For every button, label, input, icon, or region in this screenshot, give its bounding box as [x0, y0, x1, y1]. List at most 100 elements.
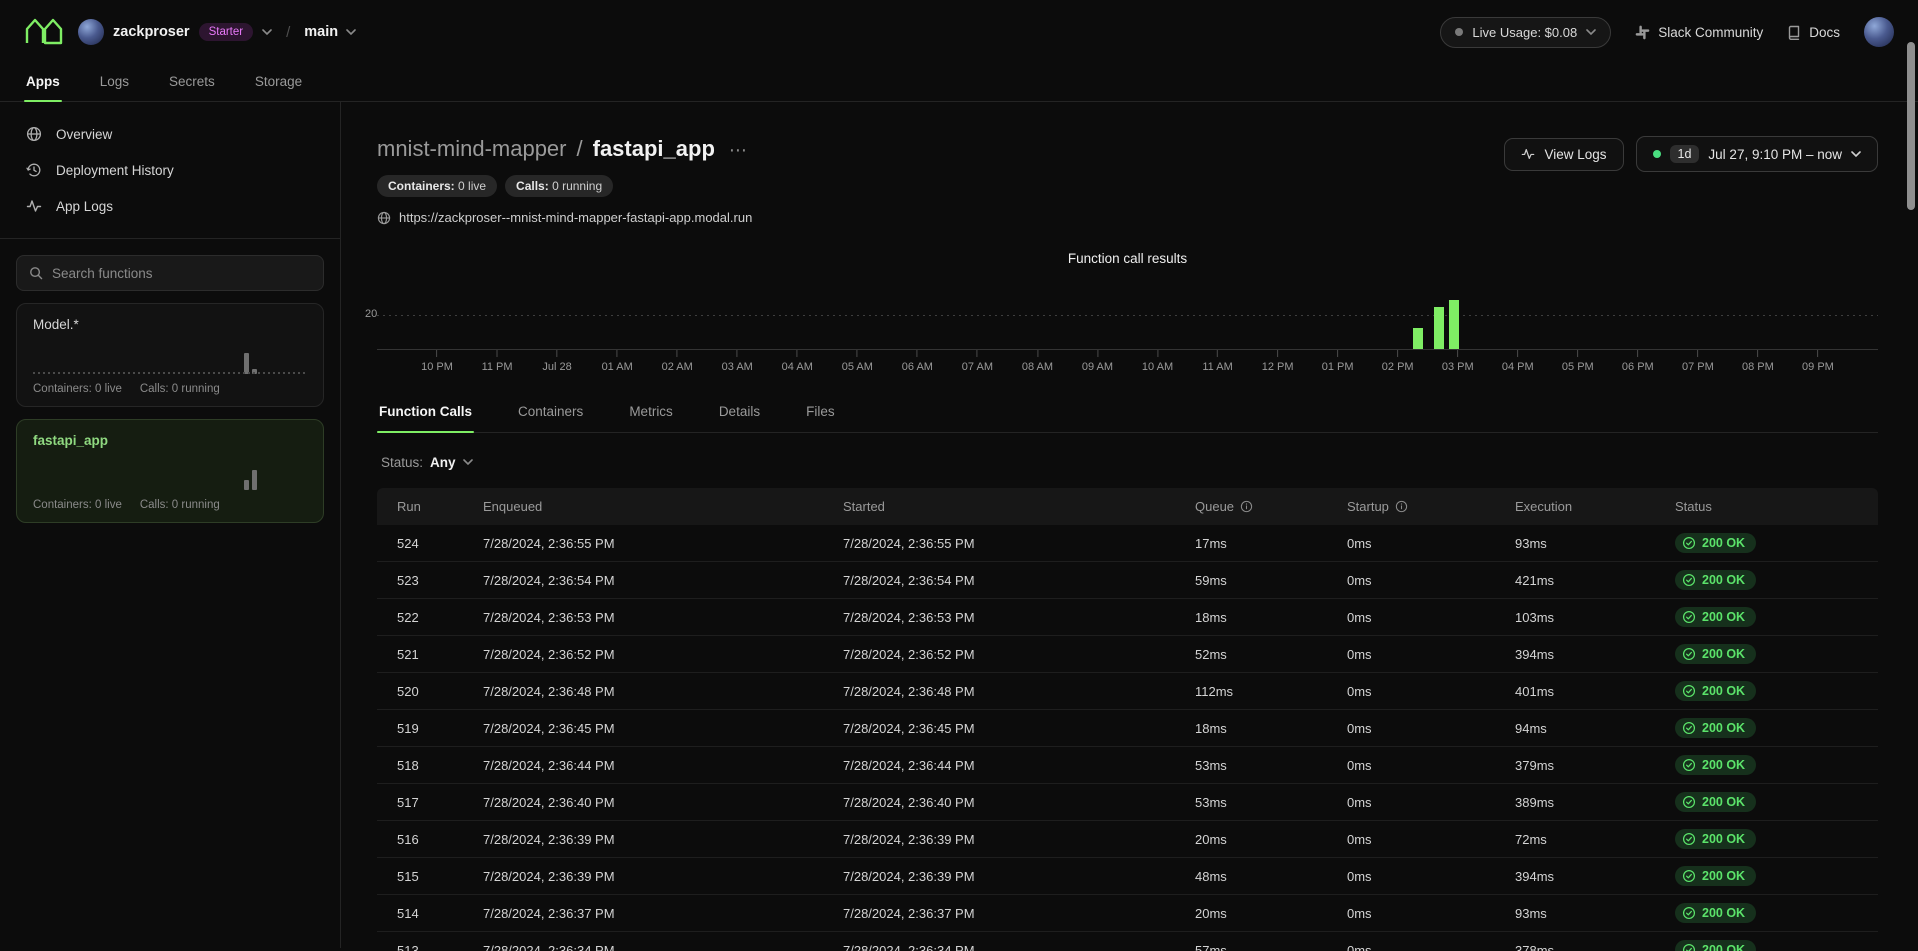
column-header-started: Started	[823, 499, 1175, 514]
workspace-name: zackproser	[113, 24, 190, 40]
info-icon[interactable]	[1395, 500, 1408, 513]
cell-started: 7/28/2024, 2:36:40 PM	[823, 795, 1175, 810]
nav-tab-apps[interactable]: Apps	[24, 64, 62, 101]
table-row[interactable]: 5177/28/2024, 2:36:40 PM7/28/2024, 2:36:…	[377, 784, 1878, 821]
workspace-switcher[interactable]: zackproser Starter	[78, 19, 272, 45]
nav-tab-secrets[interactable]: Secrets	[167, 64, 217, 101]
status-filter-dropdown[interactable]: Status: Any	[381, 455, 1878, 470]
chevron-down-icon	[1851, 151, 1861, 158]
tick-label: 11 PM	[482, 361, 513, 373]
function-card-list: Model.*Containers: 0 liveCalls: 0 runnin…	[0, 303, 340, 523]
primary-nav: Apps Logs Secrets Storage	[0, 64, 1918, 102]
app-url: https://zackproser--mnist-mind-mapper-fa…	[399, 210, 752, 225]
column-header-status: Status	[1655, 499, 1878, 514]
cell-queue: 18ms	[1175, 721, 1327, 736]
table-row[interactable]: 5157/28/2024, 2:36:39 PM7/28/2024, 2:36:…	[377, 858, 1878, 895]
table-row[interactable]: 5237/28/2024, 2:36:54 PM7/28/2024, 2:36:…	[377, 562, 1878, 599]
table-row[interactable]: 5217/28/2024, 2:36:52 PM7/28/2024, 2:36:…	[377, 636, 1878, 673]
function-card-fastapi-app[interactable]: fastapi_appContainers: 0 liveCalls: 0 ru…	[16, 419, 324, 523]
breadcrumb-app-name[interactable]: mnist-mind-mapper	[377, 136, 567, 162]
tick-label: 04 PM	[1502, 361, 1534, 373]
cell-execution: 94ms	[1495, 721, 1655, 736]
search-input[interactable]	[52, 266, 311, 281]
tick-mark	[797, 350, 798, 357]
status-text: 200 OK	[1702, 536, 1745, 550]
cell-enqueued: 7/28/2024, 2:36:48 PM	[463, 684, 823, 699]
globe-icon	[26, 126, 42, 142]
function-card-model-[interactable]: Model.*Containers: 0 liveCalls: 0 runnin…	[16, 303, 324, 407]
tab-files[interactable]: Files	[804, 396, 837, 432]
cell-run: 524	[377, 536, 463, 551]
tick-label: 06 PM	[1622, 361, 1654, 373]
cell-queue: 20ms	[1175, 906, 1327, 921]
slack-community-label: Slack Community	[1658, 25, 1763, 40]
nav-tab-storage[interactable]: Storage	[253, 64, 304, 101]
cell-started: 7/28/2024, 2:36:39 PM	[823, 832, 1175, 847]
cell-status: 200 OK	[1655, 755, 1878, 775]
nav-tab-logs[interactable]: Logs	[98, 64, 131, 101]
view-logs-label: View Logs	[1544, 147, 1606, 162]
table-row[interactable]: 5197/28/2024, 2:36:45 PM7/28/2024, 2:36:…	[377, 710, 1878, 747]
cell-started: 7/28/2024, 2:36:48 PM	[823, 684, 1175, 699]
cell-enqueued: 7/28/2024, 2:36:52 PM	[463, 647, 823, 662]
pulse-icon	[26, 198, 42, 214]
usage-dot-icon	[1455, 28, 1463, 36]
live-usage-button[interactable]: Live Usage: $0.08	[1440, 17, 1611, 48]
x-tick: 11 PM	[482, 350, 513, 373]
cell-started: 7/28/2024, 2:36:37 PM	[823, 906, 1175, 921]
tab-details[interactable]: Details	[717, 396, 762, 432]
tab-metrics[interactable]: Metrics	[627, 396, 675, 432]
tab-containers[interactable]: Containers	[516, 396, 585, 432]
app-url-link[interactable]: https://zackproser--mnist-mind-mapper-fa…	[377, 210, 752, 225]
sidebar-item-overview[interactable]: Overview	[0, 116, 340, 152]
slack-community-link[interactable]: Slack Community	[1635, 25, 1763, 40]
cell-status: 200 OK	[1655, 533, 1878, 553]
cell-enqueued: 7/28/2024, 2:36:34 PM	[463, 943, 823, 951]
status-badge: 200 OK	[1675, 607, 1756, 627]
pulse-icon	[1521, 147, 1535, 161]
cell-startup: 0ms	[1327, 647, 1495, 662]
tick-label: 08 PM	[1742, 361, 1774, 373]
tab-function-calls[interactable]: Function Calls	[377, 396, 474, 432]
info-icon[interactable]	[1240, 500, 1253, 513]
table-row[interactable]: 5137/28/2024, 2:36:34 PM7/28/2024, 2:36:…	[377, 932, 1878, 951]
table-row[interactable]: 5187/28/2024, 2:36:44 PM7/28/2024, 2:36:…	[377, 747, 1878, 784]
column-label: Enqueued	[483, 499, 542, 514]
view-logs-button[interactable]: View Logs	[1504, 138, 1623, 171]
tick-label: 01 AM	[602, 361, 633, 373]
time-range-selector[interactable]: 1d Jul 27, 9:10 PM – now	[1636, 136, 1878, 172]
cell-enqueued: 7/28/2024, 2:36:44 PM	[463, 758, 823, 773]
table-row[interactable]: 5147/28/2024, 2:36:37 PM7/28/2024, 2:36:…	[377, 895, 1878, 932]
cell-queue: 52ms	[1175, 647, 1327, 662]
more-options-icon[interactable]: ⋯	[725, 140, 747, 161]
table-row[interactable]: 5207/28/2024, 2:36:48 PM7/28/2024, 2:36:…	[377, 673, 1878, 710]
column-header-run: Run	[377, 499, 463, 514]
tick-mark	[1577, 350, 1578, 357]
cell-startup: 0ms	[1327, 906, 1495, 921]
check-circle-icon	[1682, 943, 1696, 951]
user-avatar[interactable]	[1864, 17, 1894, 47]
cell-enqueued: 7/28/2024, 2:36:39 PM	[463, 832, 823, 847]
tick-mark	[1097, 350, 1098, 357]
status-badge: 200 OK	[1675, 570, 1756, 590]
cell-execution: 394ms	[1495, 869, 1655, 884]
cell-started: 7/28/2024, 2:36:53 PM	[823, 610, 1175, 625]
cell-queue: 20ms	[1175, 832, 1327, 847]
docs-link[interactable]: Docs	[1787, 25, 1840, 40]
sidebar-item-app-logs[interactable]: App Logs	[0, 188, 340, 224]
search-icon	[29, 266, 43, 280]
cell-startup: 0ms	[1327, 832, 1495, 847]
cell-enqueued: 7/28/2024, 2:36:53 PM	[463, 610, 823, 625]
sidebar-item-deployment-history[interactable]: Deployment History	[0, 152, 340, 188]
cell-execution: 378ms	[1495, 943, 1655, 951]
table-row[interactable]: 5247/28/2024, 2:36:55 PM7/28/2024, 2:36:…	[377, 525, 1878, 562]
table-header-row: RunEnqueuedStartedQueueStartupExecutionS…	[377, 488, 1878, 525]
table-row[interactable]: 5227/28/2024, 2:36:53 PM7/28/2024, 2:36:…	[377, 599, 1878, 636]
x-tick: 12 PM	[1262, 350, 1294, 373]
cell-started: 7/28/2024, 2:36:55 PM	[823, 536, 1175, 551]
modal-logo[interactable]	[24, 17, 64, 47]
tick-label: 03 PM	[1442, 361, 1474, 373]
environment-switcher[interactable]: main	[304, 24, 356, 40]
vertical-scrollbar[interactable]	[1907, 42, 1915, 210]
table-row[interactable]: 5167/28/2024, 2:36:39 PM7/28/2024, 2:36:…	[377, 821, 1878, 858]
